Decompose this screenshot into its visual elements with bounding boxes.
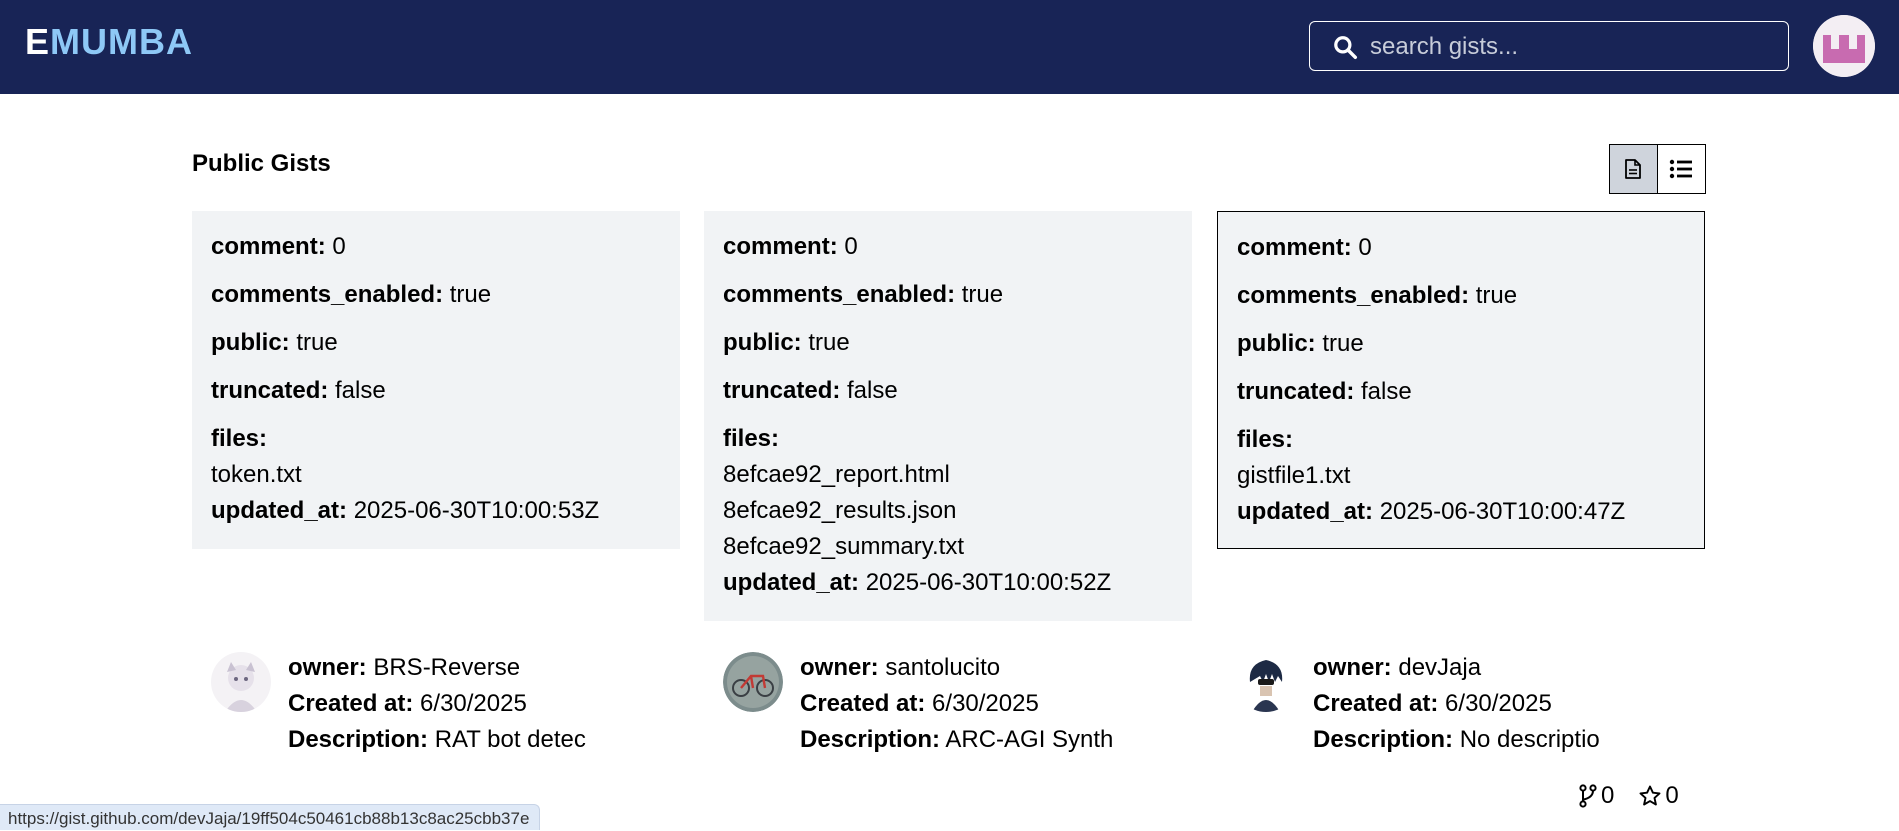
gist-card[interactable]: comment: 0 comments_enabled: true public…	[192, 211, 680, 549]
updated-at-value: 2025-06-30T10:00:53Z	[353, 497, 600, 524]
list-view-button[interactable]	[1657, 145, 1705, 193]
comments-enabled-label: comments_enabled:	[723, 281, 956, 308]
search-icon	[1334, 36, 1358, 60]
file-name[interactable]: gistfile1.txt	[1237, 458, 1685, 494]
public-label: public:	[723, 329, 802, 356]
fork-count[interactable]: 0	[1578, 781, 1614, 811]
file-name[interactable]: token.txt	[211, 457, 661, 493]
owner-label: owner:	[800, 654, 879, 681]
updated-at-label: updated_at:	[211, 497, 348, 524]
brand-logo[interactable]: EMUMBA	[25, 21, 193, 63]
owner-value[interactable]: BRS-Reverse	[373, 654, 520, 681]
owner-avatar-image	[211, 652, 271, 712]
files-label: files:	[723, 425, 780, 452]
comments-enabled-value: true	[449, 281, 492, 308]
page-title: Public Gists	[192, 150, 331, 177]
file-icon	[1625, 159, 1642, 179]
created-at-label: Created at:	[288, 690, 414, 717]
comment-value: 0	[844, 233, 858, 260]
owner-avatar-image	[723, 652, 783, 712]
truncated-value: false	[1361, 378, 1412, 405]
owner-avatar-image	[1236, 652, 1296, 712]
list-icon	[1670, 159, 1693, 179]
description-value: ARC-AGI Synth	[945, 726, 1114, 753]
star-count[interactable]: 0	[1638, 781, 1679, 811]
truncated-value: false	[335, 377, 386, 404]
files-label: files:	[211, 425, 268, 452]
owner-avatar[interactable]	[1236, 652, 1296, 712]
fork-count-value: 0	[1601, 782, 1615, 809]
updated-at-value: 2025-06-30T10:00:52Z	[865, 569, 1112, 596]
public-value: true	[808, 329, 850, 356]
search-box[interactable]	[1309, 21, 1789, 71]
comments-enabled-label: comments_enabled:	[1237, 282, 1470, 309]
files-label: files:	[1237, 426, 1294, 453]
user-avatar[interactable]	[1813, 15, 1875, 77]
created-at-label: Created at:	[800, 690, 926, 717]
comment-label: comment:	[723, 233, 838, 260]
top-navbar: EMUMBA	[0, 0, 1899, 94]
owner-value[interactable]: santolucito	[885, 654, 1000, 681]
link-preview-statusbar: https://gist.github.com/devJaja/19ff504c…	[0, 804, 541, 830]
comment-value: 0	[332, 233, 346, 260]
comments-enabled-value: true	[961, 281, 1004, 308]
file-name[interactable]: 8efcae92_results.json	[723, 493, 1173, 529]
owner-avatar[interactable]	[211, 652, 271, 712]
comments-enabled-label: comments_enabled:	[211, 281, 444, 308]
public-value: true	[1322, 330, 1364, 357]
gist-card-selected[interactable]: comment: 0 comments_enabled: true public…	[1217, 211, 1705, 549]
search-input[interactable]	[1370, 30, 1770, 64]
brand-logo-rest: MUMBA	[50, 21, 193, 62]
public-label: public:	[211, 329, 290, 356]
file-name[interactable]: 8efcae92_report.html	[723, 457, 1173, 493]
updated-at-value: 2025-06-30T10:00:47Z	[1379, 498, 1626, 525]
comment-label: comment:	[211, 233, 326, 260]
fork-icon	[1579, 784, 1597, 808]
description-label: Description:	[1313, 726, 1454, 753]
updated-at-label: updated_at:	[1237, 498, 1374, 525]
star-count-value: 0	[1665, 782, 1679, 809]
gist-stats: 0 0	[1578, 781, 1679, 811]
owner-label: owner:	[288, 654, 367, 681]
gist-card[interactable]: comment: 0 comments_enabled: true public…	[704, 211, 1192, 621]
comment-value: 0	[1358, 234, 1372, 261]
public-label: public:	[1237, 330, 1316, 357]
star-icon	[1639, 785, 1661, 806]
owner-avatar[interactable]	[723, 652, 783, 712]
created-at-value: 6/30/2025	[1445, 690, 1552, 717]
created-at-value: 6/30/2025	[420, 690, 527, 717]
view-toggle	[1609, 144, 1706, 194]
owner-label: owner:	[1313, 654, 1392, 681]
description-label: Description:	[800, 726, 941, 753]
description-label: Description:	[288, 726, 429, 753]
brand-logo-first-letter: E	[25, 21, 51, 62]
description-value: RAT bot detec	[434, 726, 586, 753]
truncated-value: false	[847, 377, 898, 404]
created-at-label: Created at:	[1313, 690, 1439, 717]
created-at-value: 6/30/2025	[932, 690, 1039, 717]
grid-view-button[interactable]	[1610, 145, 1658, 193]
updated-at-label: updated_at:	[723, 569, 860, 596]
comment-label: comment:	[1237, 234, 1352, 261]
truncated-label: truncated:	[1237, 378, 1355, 405]
file-name[interactable]: 8efcae92_summary.txt	[723, 529, 1173, 565]
public-value: true	[296, 329, 338, 356]
truncated-label: truncated:	[723, 377, 841, 404]
truncated-label: truncated:	[211, 377, 329, 404]
owner-value[interactable]: devJaja	[1398, 654, 1481, 681]
comments-enabled-value: true	[1475, 282, 1518, 309]
description-value: No descriptio	[1459, 726, 1600, 753]
user-avatar-icon	[1813, 15, 1875, 77]
